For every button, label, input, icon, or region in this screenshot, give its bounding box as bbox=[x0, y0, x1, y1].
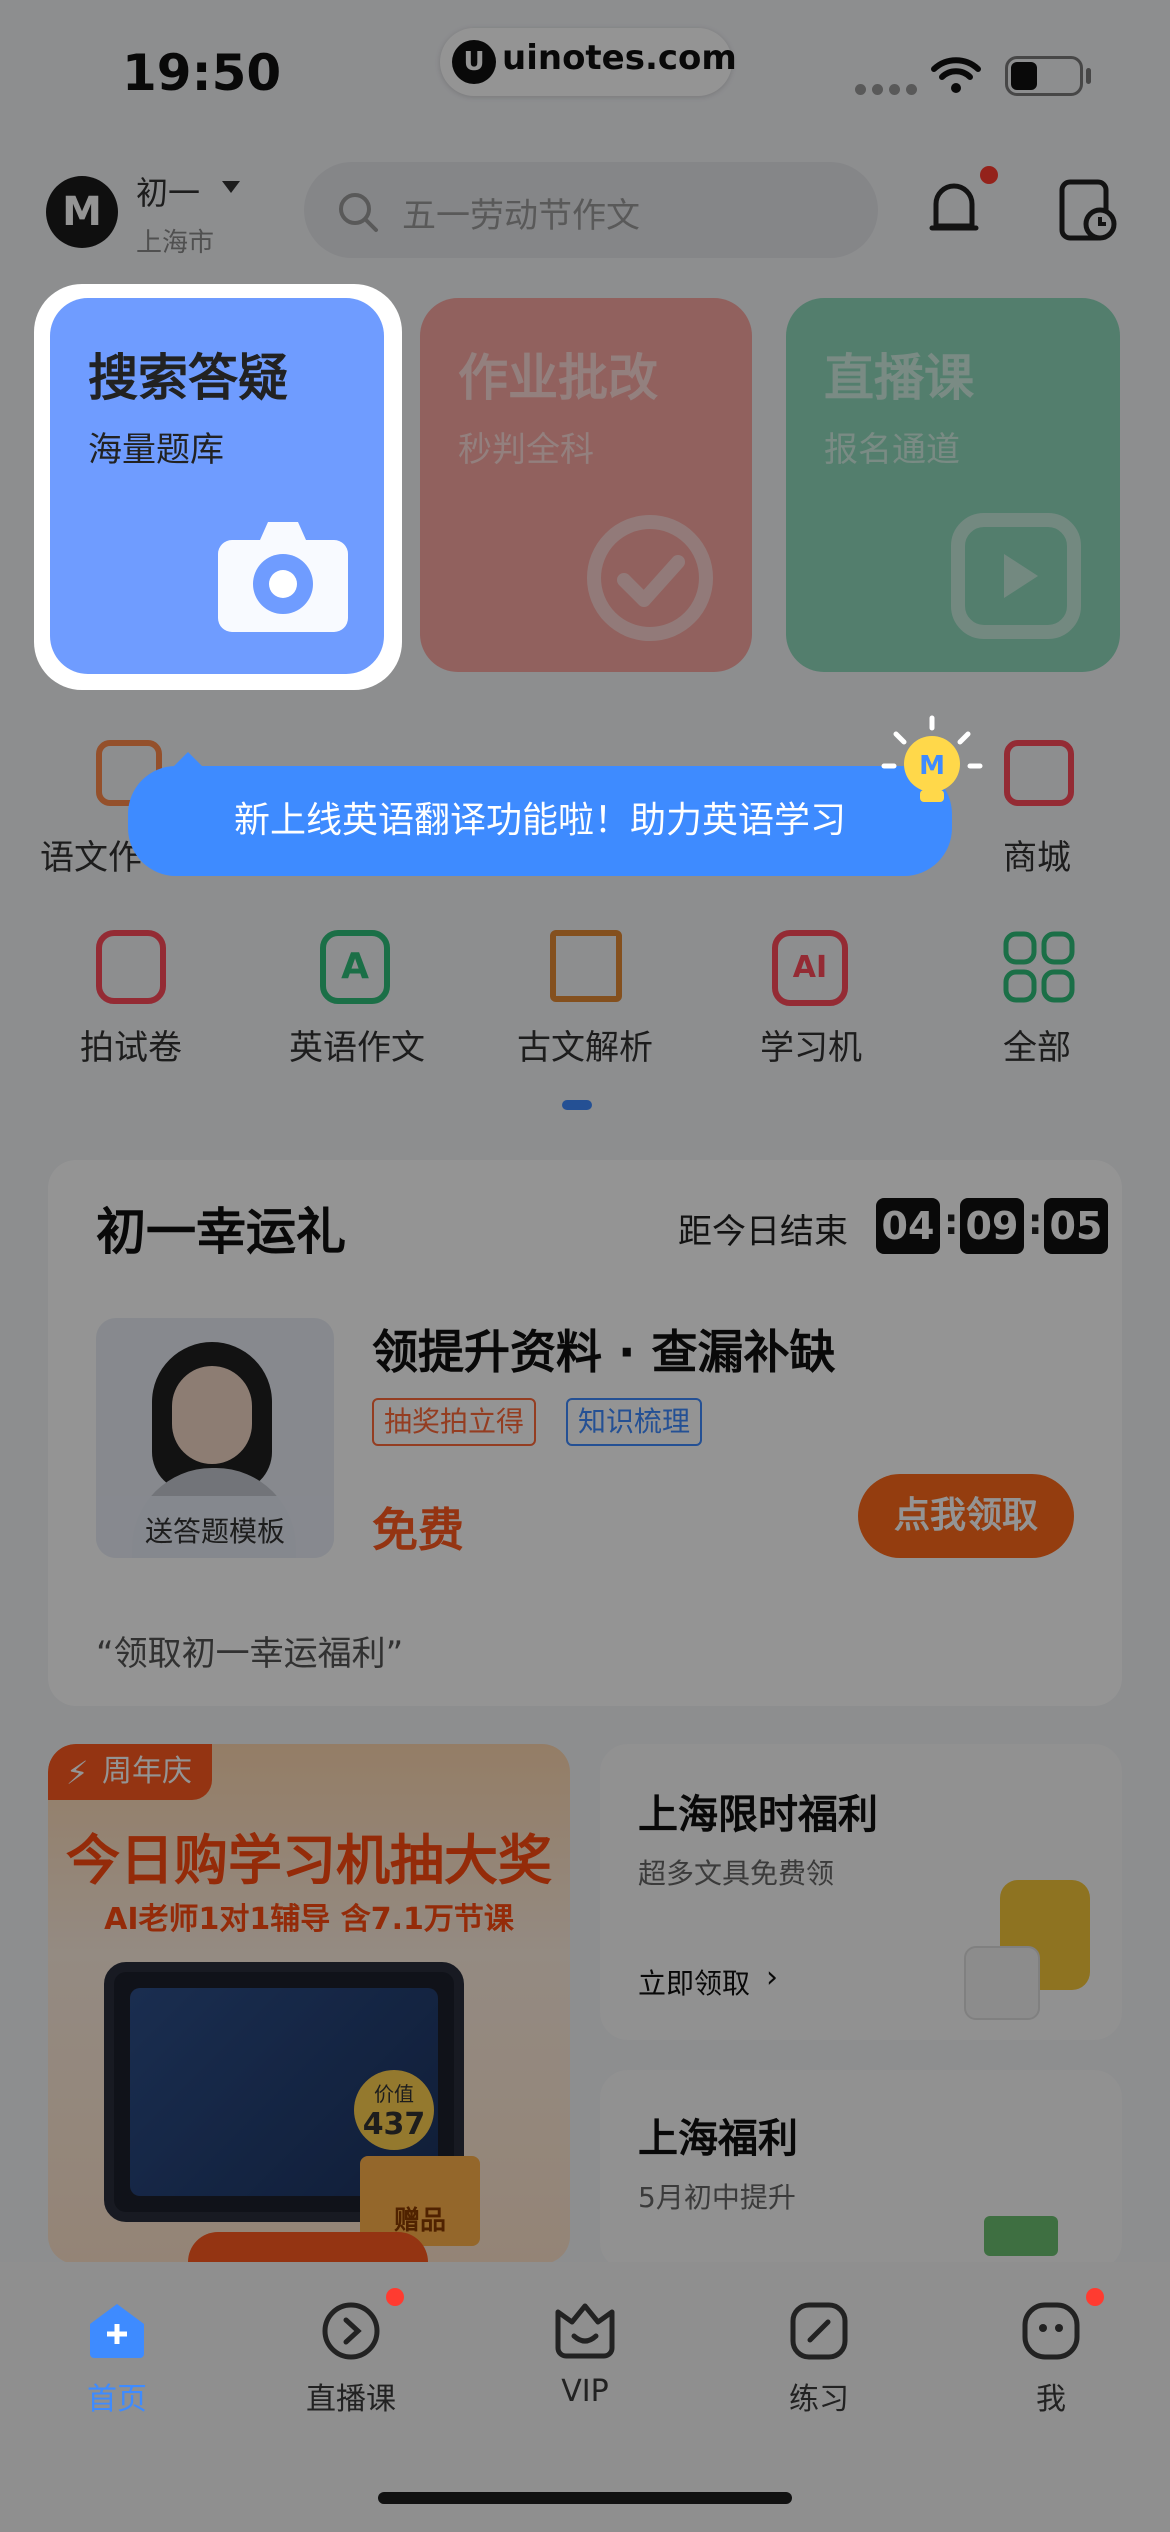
tab-live[interactable]: 直播课 bbox=[266, 2374, 436, 2418]
svg-text:M: M bbox=[919, 751, 945, 781]
home-indicator[interactable] bbox=[378, 2492, 792, 2504]
chevron-down-icon[interactable] bbox=[222, 181, 240, 193]
page-indicator bbox=[562, 1100, 592, 1110]
english-essay-icon: A bbox=[320, 930, 390, 1004]
bell-icon[interactable] bbox=[918, 172, 990, 244]
lucky-title: 初一幸运礼 bbox=[96, 1203, 346, 1261]
search-icon bbox=[339, 193, 378, 232]
play-icon bbox=[951, 513, 1081, 639]
wifi-icon bbox=[931, 57, 981, 93]
ai-learning-machine-icon: AI bbox=[772, 930, 848, 1006]
card-title: 直播课 bbox=[824, 349, 974, 407]
tag-lottery: 抽奖拍立得 bbox=[372, 1398, 537, 1446]
promo-cta-button[interactable] bbox=[188, 2232, 428, 2264]
camera-image bbox=[964, 1946, 1040, 2020]
price-tag: 价值 437 bbox=[354, 2070, 434, 2150]
tab-me-dot bbox=[1086, 2288, 1104, 2306]
classical-chinese-icon bbox=[550, 930, 622, 1002]
home-icon[interactable] bbox=[86, 2300, 148, 2362]
feature-tip-toast[interactable]: 新上线英语翻译功能啦！助力英语学习 bbox=[128, 766, 952, 876]
item-title: 领提升资料 · 查漏补缺 bbox=[372, 1325, 836, 1379]
card-subtitle: 报名通道 bbox=[824, 430, 960, 470]
vip-icon[interactable] bbox=[552, 2300, 618, 2362]
avatar[interactable]: M bbox=[46, 176, 118, 248]
countdown-label: 距今日结束 bbox=[678, 1212, 848, 1252]
thumbnail-caption: 送答题模板 bbox=[144, 1515, 285, 1548]
countdown-seconds: 05 bbox=[1044, 1198, 1108, 1254]
grid-item-learning-machine[interactable]: 学习机 bbox=[726, 1020, 896, 1069]
chevron-right-icon: › bbox=[766, 1960, 778, 1995]
lightbulb-icon: M bbox=[881, 715, 983, 802]
tag-knowledge: 知识梳理 bbox=[566, 1398, 703, 1446]
promo-card-subtitle: 5月初中提升 bbox=[638, 2181, 796, 2214]
card-title: 作业批改 bbox=[458, 349, 658, 407]
notification-dot bbox=[980, 166, 998, 184]
tab-live-dot bbox=[386, 2288, 404, 2306]
tab-practice[interactable]: 练习 bbox=[734, 2374, 904, 2418]
practice-icon[interactable] bbox=[788, 2300, 850, 2362]
grid-item-exam-photo[interactable]: 拍试卷 bbox=[46, 1020, 216, 1069]
promo-card-link[interactable]: 立即领取 bbox=[638, 1962, 750, 2002]
live-icon[interactable] bbox=[320, 2300, 382, 2362]
battery-level bbox=[1011, 62, 1037, 90]
lucky-quote: “领取初一幸运福利” bbox=[96, 1634, 404, 1674]
shop-icon bbox=[1004, 740, 1074, 806]
signal-icon bbox=[855, 80, 923, 99]
grid-item-english-essay[interactable]: 英语作文 bbox=[272, 1020, 442, 1069]
claim-button[interactable]: 点我领取 bbox=[858, 1474, 1074, 1558]
price-free: 免费 bbox=[372, 1503, 464, 1557]
promo-card-title: 上海福利 bbox=[638, 2116, 798, 2162]
watermark-logo: U bbox=[452, 40, 496, 84]
tab-me[interactable]: 我 bbox=[966, 2374, 1136, 2418]
promo-banner[interactable]: 周年庆 ⚡ 今日购学习机抽大奖 AI老师1对1辅导 含7.1万节课 价值 437… bbox=[48, 1744, 570, 2264]
camera-icon bbox=[218, 522, 348, 632]
card-subtitle: 秒判全科 bbox=[458, 430, 594, 470]
countdown-colon: : bbox=[1028, 1202, 1043, 1243]
promo-card-subtitle: 超多文具免费领 bbox=[638, 1857, 835, 1890]
tab-home[interactable]: 首页 bbox=[32, 2374, 202, 2418]
price-tag-label: 价值 bbox=[374, 2082, 414, 2106]
check-circle-icon bbox=[587, 515, 713, 641]
card-title: 搜索答疑 bbox=[88, 349, 288, 407]
watermark-text: uinotes.com bbox=[502, 38, 737, 78]
profile-icon[interactable] bbox=[1020, 2300, 1082, 2362]
countdown-hours: 04 bbox=[876, 1198, 940, 1254]
lightning-icon: ⚡ bbox=[66, 1754, 89, 1792]
all-apps-icon bbox=[1003, 931, 1075, 1003]
promo-card-title: 上海限时福利 bbox=[638, 1792, 878, 1838]
search-placeholder: 五一劳动节作文 bbox=[402, 196, 640, 236]
battery-cap bbox=[1086, 68, 1091, 84]
grid-item-shop[interactable]: 商城 bbox=[952, 830, 1122, 879]
promo-headline: 今日购学习机抽大奖 bbox=[66, 1829, 552, 1892]
promo-subline: AI老师1对1辅导 含7.1万节课 bbox=[104, 1902, 514, 1937]
grid-item-classical-chinese[interactable]: 古文解析 bbox=[500, 1020, 670, 1069]
grade-selector[interactable]: 初一 bbox=[136, 168, 200, 214]
status-time: 19:50 bbox=[122, 44, 282, 102]
exam-photo-icon bbox=[96, 930, 166, 1004]
city-label: 上海市 bbox=[136, 228, 215, 258]
countdown-minutes: 09 bbox=[960, 1198, 1024, 1254]
portrait-face bbox=[172, 1366, 252, 1464]
workbook-image bbox=[984, 2216, 1058, 2256]
history-icon[interactable] bbox=[1052, 176, 1124, 248]
price-tag-value: 437 bbox=[362, 2107, 426, 2142]
countdown-colon: : bbox=[944, 1202, 959, 1243]
grid-item-all[interactable]: 全部 bbox=[952, 1020, 1122, 1069]
card-subtitle: 海量题库 bbox=[88, 430, 224, 470]
tab-vip[interactable]: VIP bbox=[500, 2374, 670, 2409]
